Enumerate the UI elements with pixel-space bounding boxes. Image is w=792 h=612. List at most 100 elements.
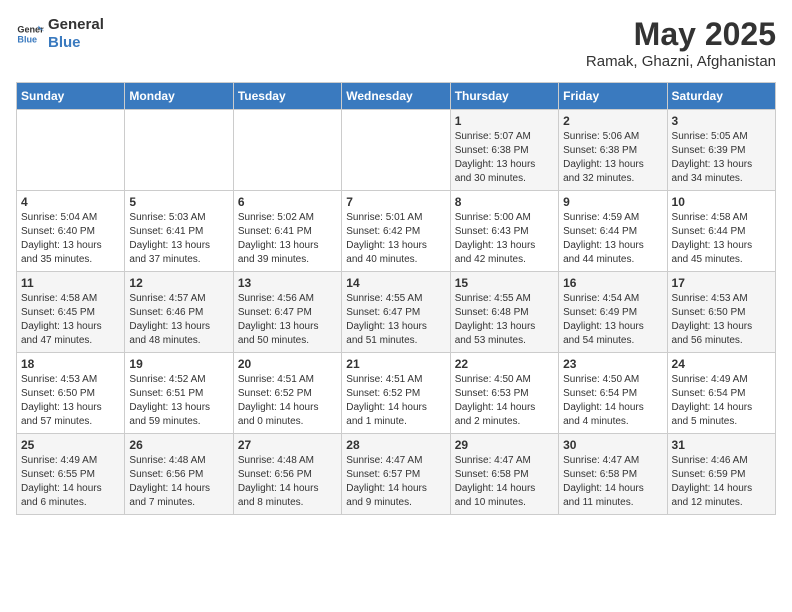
week-row-3: 11 Sunrise: 4:58 AM Sunset: 6:45 PM Dayli… bbox=[17, 272, 776, 353]
day-info: Sunrise: 4:56 AM Sunset: 6:47 PM Dayligh… bbox=[238, 292, 337, 348]
day-number: 13 bbox=[238, 276, 337, 290]
day-info: Sunrise: 5:03 AM Sunset: 6:41 PM Dayligh… bbox=[129, 211, 228, 267]
day-cell: 7 Sunrise: 5:01 AM Sunset: 6:42 PM Daylig… bbox=[342, 191, 450, 272]
day-cell: 11 Sunrise: 4:58 AM Sunset: 6:45 PM Dayli… bbox=[17, 272, 125, 353]
subtitle: Ramak, Ghazni, Afghanistan bbox=[586, 53, 776, 70]
day-number: 5 bbox=[129, 195, 228, 209]
svg-text:General: General bbox=[17, 25, 44, 35]
day-cell: 2 Sunrise: 5:06 AM Sunset: 6:38 PM Daylig… bbox=[559, 110, 667, 191]
day-number: 25 bbox=[21, 438, 120, 452]
week-row-1: 1 Sunrise: 5:07 AM Sunset: 6:38 PM Daylig… bbox=[17, 110, 776, 191]
day-info: Sunrise: 5:01 AM Sunset: 6:42 PM Dayligh… bbox=[346, 211, 445, 267]
day-info: Sunrise: 5:00 AM Sunset: 6:43 PM Dayligh… bbox=[455, 211, 554, 267]
day-number: 17 bbox=[672, 276, 771, 290]
day-info: Sunrise: 4:53 AM Sunset: 6:50 PM Dayligh… bbox=[21, 373, 120, 429]
logo-line2: Blue bbox=[48, 34, 104, 52]
week-row-5: 25 Sunrise: 4:49 AM Sunset: 6:55 PM Dayli… bbox=[17, 434, 776, 515]
day-cell: 8 Sunrise: 5:00 AM Sunset: 6:43 PM Daylig… bbox=[450, 191, 558, 272]
day-number: 29 bbox=[455, 438, 554, 452]
day-cell: 21 Sunrise: 4:51 AM Sunset: 6:52 PM Dayli… bbox=[342, 353, 450, 434]
day-info: Sunrise: 4:48 AM Sunset: 6:56 PM Dayligh… bbox=[238, 454, 337, 510]
day-number: 28 bbox=[346, 438, 445, 452]
day-info: Sunrise: 4:47 AM Sunset: 6:58 PM Dayligh… bbox=[455, 454, 554, 510]
day-cell: 20 Sunrise: 4:51 AM Sunset: 6:52 PM Dayli… bbox=[233, 353, 341, 434]
day-number: 30 bbox=[563, 438, 662, 452]
day-info: Sunrise: 5:05 AM Sunset: 6:39 PM Dayligh… bbox=[672, 130, 771, 186]
day-cell: 27 Sunrise: 4:48 AM Sunset: 6:56 PM Dayli… bbox=[233, 434, 341, 515]
day-number: 2 bbox=[563, 114, 662, 128]
logo-line1: General bbox=[48, 16, 104, 34]
day-number: 14 bbox=[346, 276, 445, 290]
day-cell: 23Sunrise: 4:50 AM Sunset: 6:54 PM Dayli… bbox=[559, 353, 667, 434]
day-cell: 9Sunrise: 4:59 AM Sunset: 6:44 PM Daylig… bbox=[559, 191, 667, 272]
day-number: 10 bbox=[672, 195, 771, 209]
day-info: Sunrise: 4:58 AM Sunset: 6:45 PM Dayligh… bbox=[21, 292, 120, 348]
day-cell: 18Sunrise: 4:53 AM Sunset: 6:50 PM Dayli… bbox=[17, 353, 125, 434]
header-friday: Friday bbox=[559, 83, 667, 110]
main-title: May 2025 bbox=[586, 16, 776, 53]
day-number: 7 bbox=[346, 195, 445, 209]
page-header: General Blue General Blue May 2025 Ramak… bbox=[16, 16, 776, 70]
day-info: Sunrise: 4:47 AM Sunset: 6:57 PM Dayligh… bbox=[346, 454, 445, 510]
day-info: Sunrise: 4:49 AM Sunset: 6:55 PM Dayligh… bbox=[21, 454, 120, 510]
day-cell: 6Sunrise: 5:02 AM Sunset: 6:41 PM Daylig… bbox=[233, 191, 341, 272]
day-info: Sunrise: 5:07 AM Sunset: 6:38 PM Dayligh… bbox=[455, 130, 554, 186]
day-number: 8 bbox=[455, 195, 554, 209]
day-info: Sunrise: 4:46 AM Sunset: 6:59 PM Dayligh… bbox=[672, 454, 771, 510]
day-cell: 3 Sunrise: 5:05 AM Sunset: 6:39 PM Daylig… bbox=[667, 110, 775, 191]
day-number: 9 bbox=[563, 195, 662, 209]
day-info: Sunrise: 4:47 AM Sunset: 6:58 PM Dayligh… bbox=[563, 454, 662, 510]
day-info: Sunrise: 5:06 AM Sunset: 6:38 PM Dayligh… bbox=[563, 130, 662, 186]
header-thursday: Thursday bbox=[450, 83, 558, 110]
day-cell bbox=[125, 110, 233, 191]
day-number: 3 bbox=[672, 114, 771, 128]
day-number: 1 bbox=[455, 114, 554, 128]
calendar-table: SundayMondayTuesdayWednesdayThursdayFrid… bbox=[16, 82, 776, 515]
header-wednesday: Wednesday bbox=[342, 83, 450, 110]
day-info: Sunrise: 4:55 AM Sunset: 6:48 PM Dayligh… bbox=[455, 292, 554, 348]
day-cell: 22 Sunrise: 4:50 AM Sunset: 6:53 PM Dayli… bbox=[450, 353, 558, 434]
day-info: Sunrise: 4:51 AM Sunset: 6:52 PM Dayligh… bbox=[346, 373, 445, 429]
day-number: 16 bbox=[563, 276, 662, 290]
day-info: Sunrise: 4:51 AM Sunset: 6:52 PM Dayligh… bbox=[238, 373, 337, 429]
day-number: 31 bbox=[672, 438, 771, 452]
day-number: 12 bbox=[129, 276, 228, 290]
week-row-2: 4Sunrise: 5:04 AM Sunset: 6:40 PM Daylig… bbox=[17, 191, 776, 272]
day-number: 11 bbox=[21, 276, 120, 290]
day-cell: 19 Sunrise: 4:52 AM Sunset: 6:51 PM Dayli… bbox=[125, 353, 233, 434]
header-sunday: Sunday bbox=[17, 83, 125, 110]
day-info: Sunrise: 4:50 AM Sunset: 6:53 PM Dayligh… bbox=[455, 373, 554, 429]
day-cell: 28 Sunrise: 4:47 AM Sunset: 6:57 PM Dayli… bbox=[342, 434, 450, 515]
day-cell: 4Sunrise: 5:04 AM Sunset: 6:40 PM Daylig… bbox=[17, 191, 125, 272]
day-cell: 30 Sunrise: 4:47 AM Sunset: 6:58 PM Dayli… bbox=[559, 434, 667, 515]
day-cell: 12 Sunrise: 4:57 AM Sunset: 6:46 PM Dayli… bbox=[125, 272, 233, 353]
day-number: 4 bbox=[21, 195, 120, 209]
header-monday: Monday bbox=[125, 83, 233, 110]
day-number: 26 bbox=[129, 438, 228, 452]
day-number: 24 bbox=[672, 357, 771, 371]
day-cell: 17 Sunrise: 4:53 AM Sunset: 6:50 PM Dayli… bbox=[667, 272, 775, 353]
header-tuesday: Tuesday bbox=[233, 83, 341, 110]
day-cell bbox=[17, 110, 125, 191]
day-info: Sunrise: 4:57 AM Sunset: 6:46 PM Dayligh… bbox=[129, 292, 228, 348]
day-number: 20 bbox=[238, 357, 337, 371]
day-number: 27 bbox=[238, 438, 337, 452]
day-number: 22 bbox=[455, 357, 554, 371]
day-cell: 29 Sunrise: 4:47 AM Sunset: 6:58 PM Dayli… bbox=[450, 434, 558, 515]
day-info: Sunrise: 4:53 AM Sunset: 6:50 PM Dayligh… bbox=[672, 292, 771, 348]
day-number: 19 bbox=[129, 357, 228, 371]
svg-text:Blue: Blue bbox=[17, 34, 37, 44]
calendar-body: 1 Sunrise: 5:07 AM Sunset: 6:38 PM Daylig… bbox=[17, 110, 776, 515]
day-number: 21 bbox=[346, 357, 445, 371]
day-number: 15 bbox=[455, 276, 554, 290]
title-block: May 2025 Ramak, Ghazni, Afghanistan bbox=[586, 16, 776, 70]
day-info: Sunrise: 4:52 AM Sunset: 6:51 PM Dayligh… bbox=[129, 373, 228, 429]
day-cell: 31 Sunrise: 4:46 AM Sunset: 6:59 PM Dayli… bbox=[667, 434, 775, 515]
day-info: Sunrise: 4:55 AM Sunset: 6:47 PM Dayligh… bbox=[346, 292, 445, 348]
day-info: Sunrise: 4:49 AM Sunset: 6:54 PM Dayligh… bbox=[672, 373, 771, 429]
week-row-4: 18Sunrise: 4:53 AM Sunset: 6:50 PM Dayli… bbox=[17, 353, 776, 434]
day-cell: 25 Sunrise: 4:49 AM Sunset: 6:55 PM Dayli… bbox=[17, 434, 125, 515]
day-cell bbox=[342, 110, 450, 191]
day-cell: 16Sunrise: 4:54 AM Sunset: 6:49 PM Dayli… bbox=[559, 272, 667, 353]
day-cell bbox=[233, 110, 341, 191]
